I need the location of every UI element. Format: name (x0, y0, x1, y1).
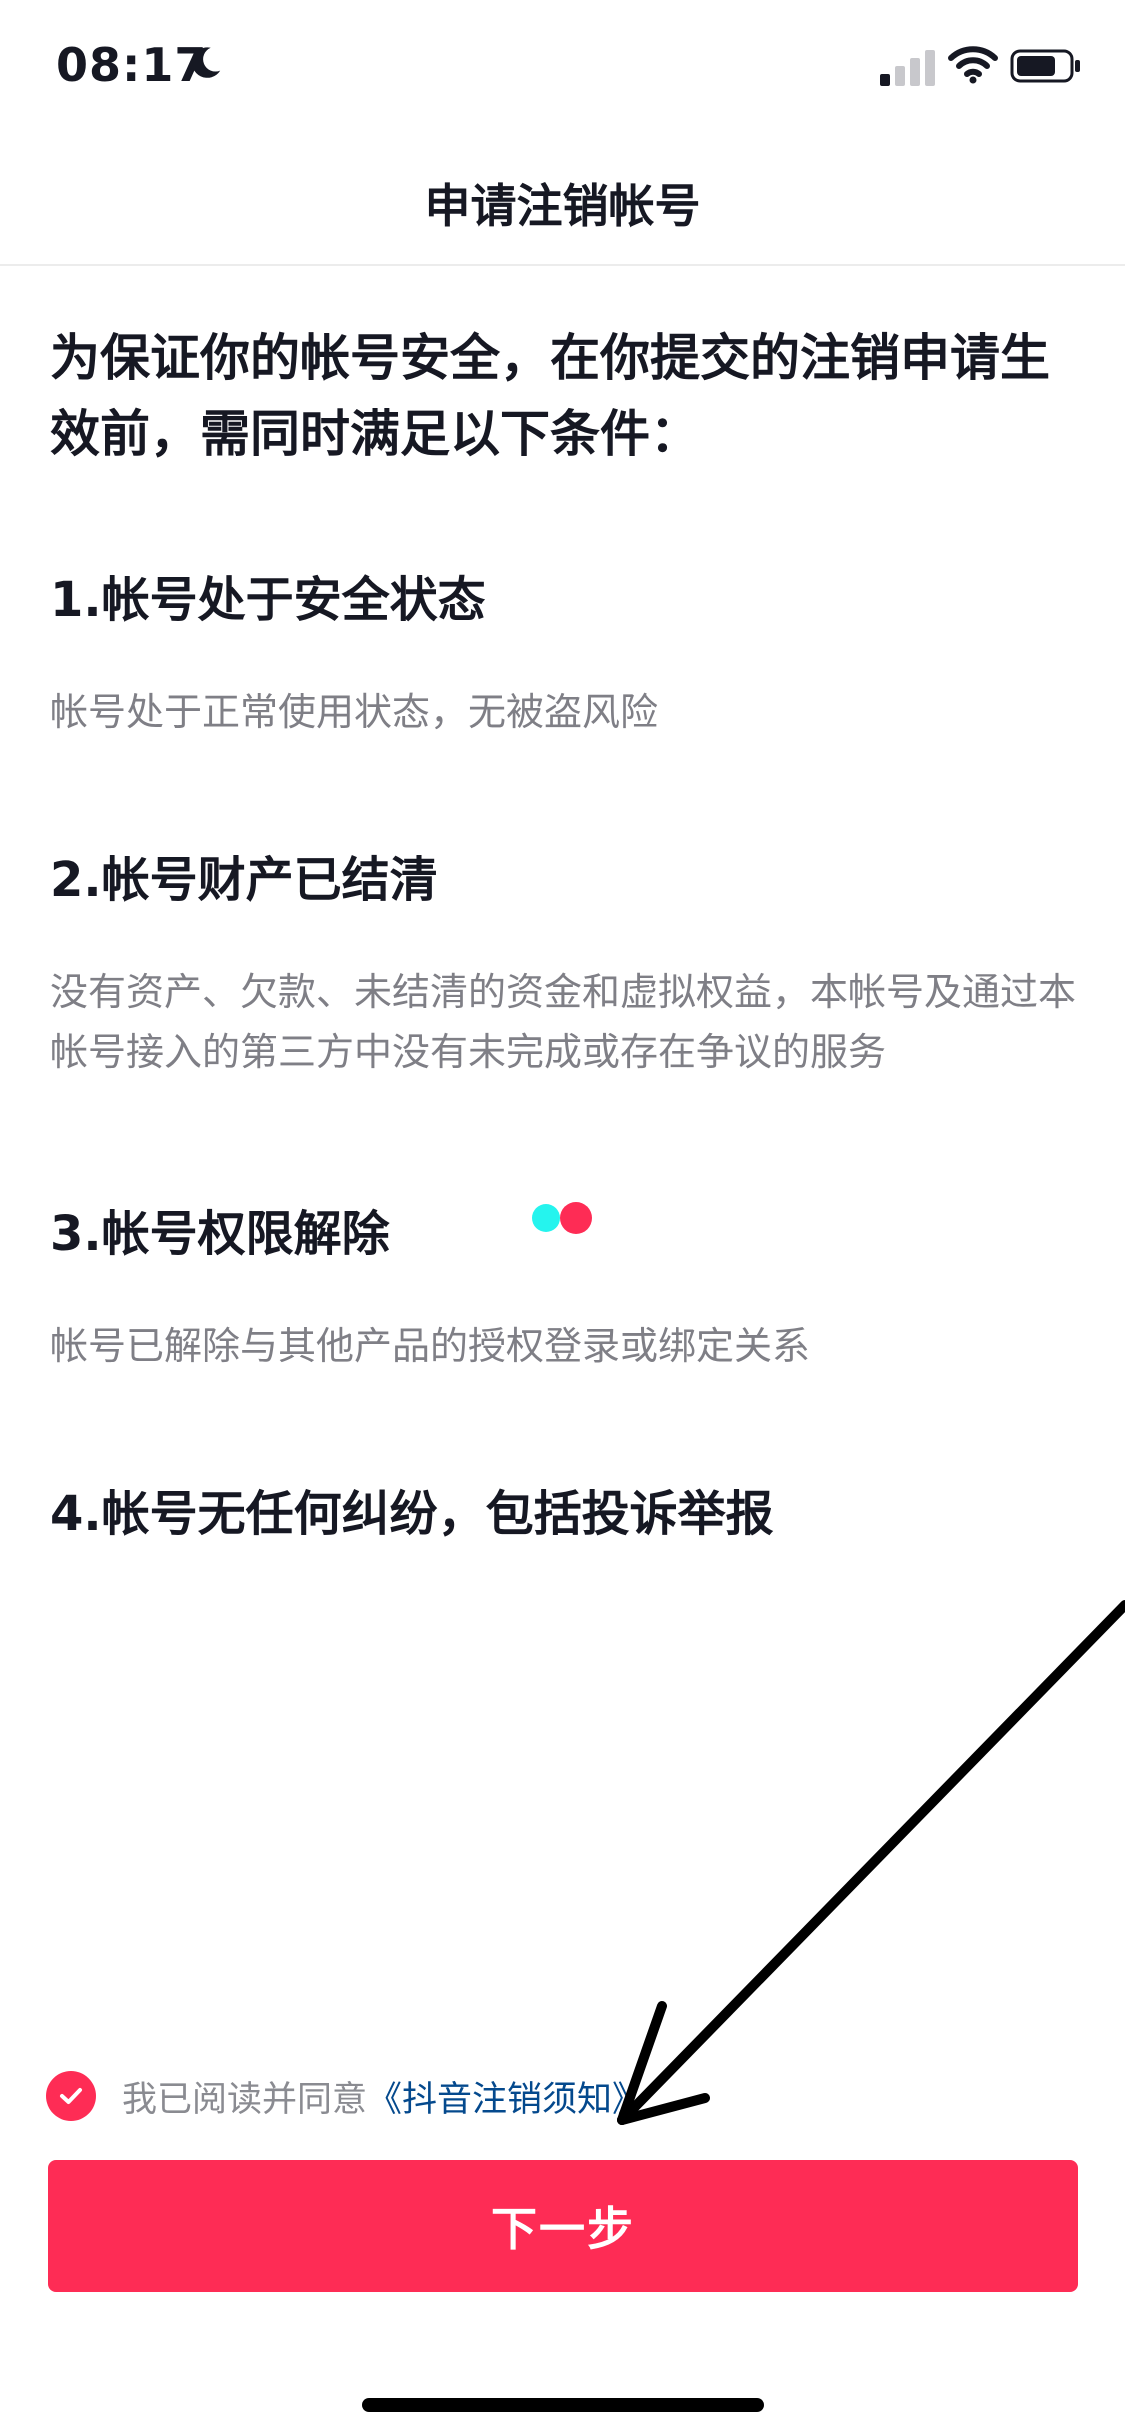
nav-bar: 申请注销帐号 (0, 140, 1125, 266)
condition-title-1: 1.帐号处于安全状态 (50, 572, 486, 628)
condition-desc-1: 帐号处于正常使用状态，无被盗风险 (50, 690, 659, 734)
home-indicator (362, 2398, 764, 2412)
intro-text: 为保证你的帐号安全，在你提交的注销申请生效前，需同时满足以下条件： (50, 329, 1050, 463)
loading-dot-red (560, 1202, 592, 1234)
agreement-link[interactable]: 《抖音注销须知》 (367, 2071, 647, 2122)
agreement-checkbox[interactable] (46, 2071, 96, 2121)
condition-desc-3: 帐号已解除与其他产品的授权登录或绑定关系 (50, 1324, 811, 1368)
condition-desc-2: 没有资产、欠款、未结清的资金和虚拟权益，本帐号及通过本帐号接入的第三方中没有未完… (50, 970, 1077, 1074)
agreement-text: 我已阅读并同意 (122, 2079, 368, 2120)
condition-title-4: 4.帐号无任何纠纷，包括投诉举报 (50, 1486, 774, 1542)
status-time: 08:17 (56, 38, 208, 92)
status-bar: 08:17 (0, 0, 1125, 140)
battery-icon (1010, 49, 1080, 83)
cellular-signal-icon (880, 50, 935, 86)
agreement-row: 我已阅读并同意 《抖音注销须知》 (46, 2064, 1046, 2128)
conditions-content: 为保证你的帐号安全，在你提交的注销申请生效前，需同时满足以下条件： 1.帐号处于… (50, 320, 1080, 1546)
loading-indicator (532, 1202, 600, 1234)
next-step-button[interactable]: 下一步 (48, 2160, 1078, 2292)
condition-title-2: 2.帐号财产已结清 (50, 852, 438, 908)
wifi-icon (948, 46, 998, 84)
loading-dot-cyan (532, 1204, 560, 1232)
page-title: 申请注销帐号 (424, 179, 701, 233)
checkmark-icon (60, 2088, 82, 2104)
moon-icon (192, 47, 221, 78)
